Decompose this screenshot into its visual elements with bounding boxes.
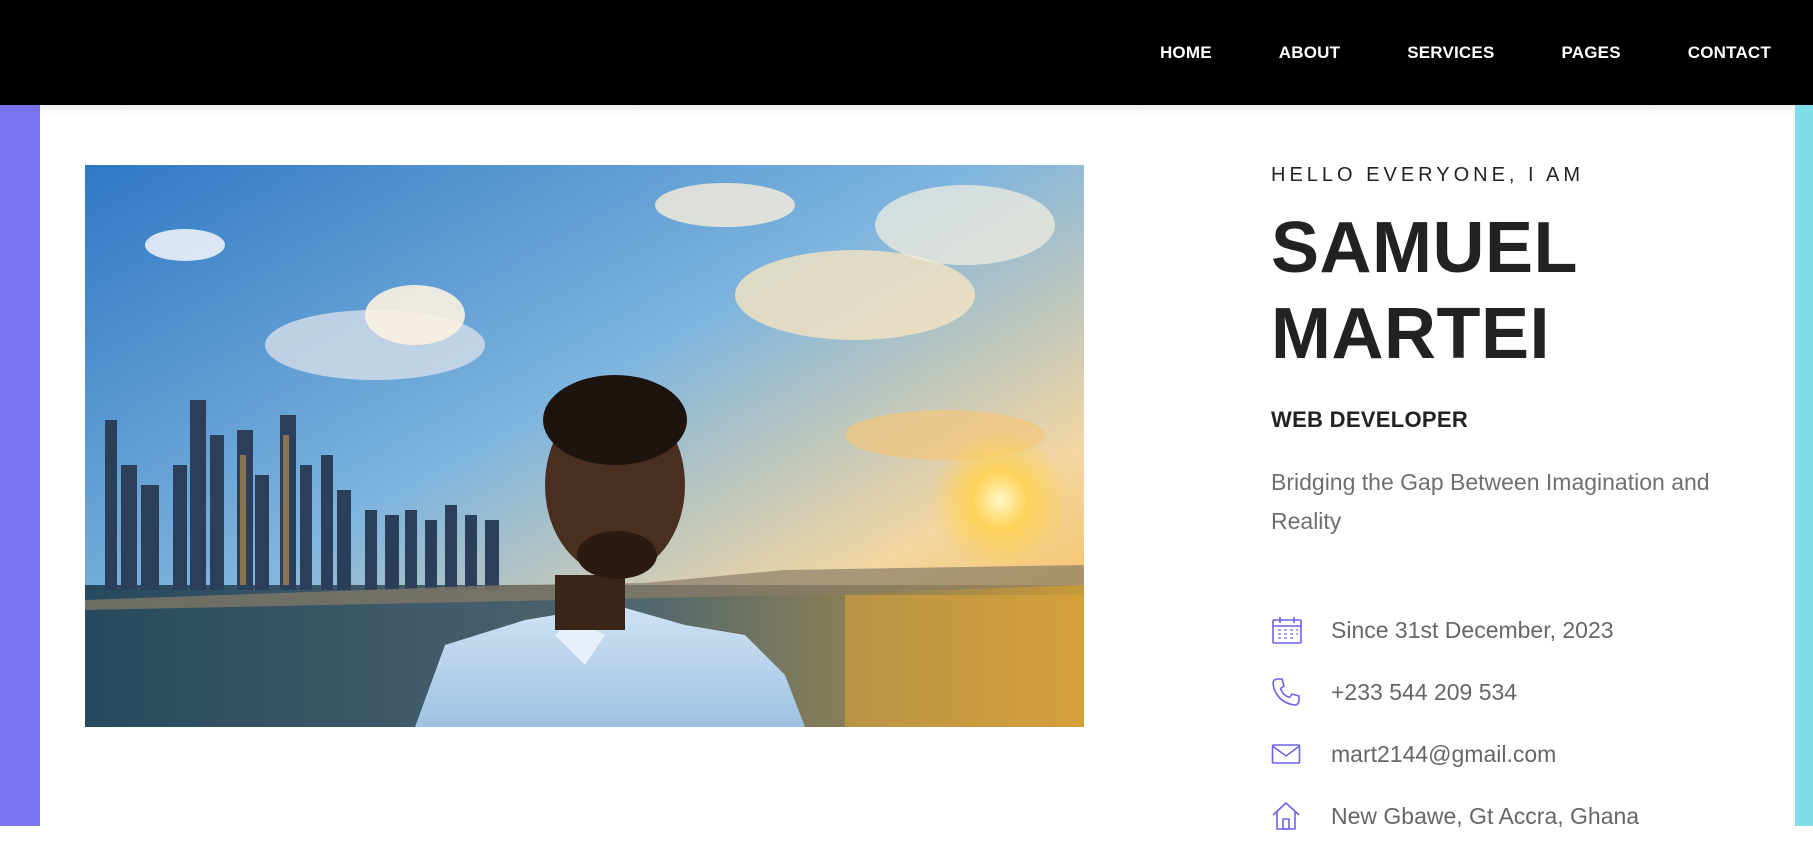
info-row-address: New Gbawe, Gt Accra, Ghana (1271, 785, 1771, 847)
nav-about-link[interactable]: ABOUT (1279, 43, 1340, 63)
person-name-first: SAMUEL (1271, 208, 1578, 288)
nav-pages-link[interactable]: PAGES (1561, 43, 1620, 63)
address-text: New Gbawe, Gt Accra, Ghana (1331, 802, 1640, 829)
since-date-text: Since 31st December, 2023 (1331, 616, 1614, 643)
info-row-since: Since 31st December, 2023 (1271, 599, 1771, 661)
info-row-phone: +233 544 209 534 (1271, 661, 1771, 723)
info-row-email: mart2144@gmail.com (1271, 723, 1771, 785)
calendar-icon (1271, 613, 1305, 647)
contact-info-list: Since 31st December, 2023 +233 544 209 5… (1271, 599, 1771, 847)
greeting-text: HELLO EVERYONE, I AM (1271, 164, 1585, 186)
hero-intro: HELLO EVERYONE, I AM SAMUEL MARTEI WEB D… (1271, 164, 1771, 847)
mail-icon (1271, 737, 1305, 771)
home-icon (1271, 799, 1305, 833)
top-navbar: HOME ABOUT SERVICES PAGES CONTACT (0, 0, 1813, 105)
nav-home-link[interactable]: HOME (1160, 43, 1212, 63)
phone-number-text[interactable]: +233 544 209 534 (1331, 679, 1517, 706)
right-accent-stripe (1795, 105, 1813, 826)
main-nav: HOME ABOUT SERVICES PAGES CONTACT (1093, 0, 1771, 105)
left-accent-stripe (0, 105, 40, 826)
job-title: WEB DEVELOPER (1271, 407, 1469, 432)
header-shadow (40, 105, 1795, 115)
nav-services-link[interactable]: SERVICES (1407, 43, 1494, 63)
tagline-text: Bridging the Gap Between Imagination and… (1271, 469, 1710, 534)
profile-photo (85, 165, 1084, 727)
person-name-last: MARTEI (1271, 294, 1550, 374)
person-name: SAMUEL MARTEI (1271, 205, 1771, 377)
email-address-text[interactable]: mart2144@gmail.com (1331, 741, 1556, 768)
phone-icon (1271, 675, 1305, 709)
nav-contact-link[interactable]: CONTACT (1688, 43, 1771, 63)
